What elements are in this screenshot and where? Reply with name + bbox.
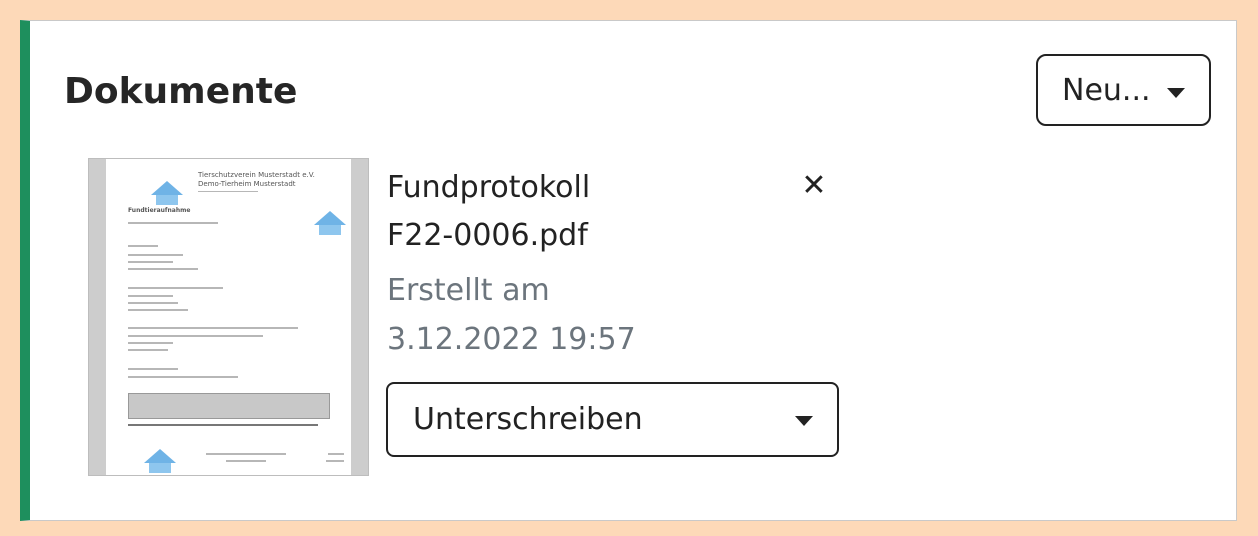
thumbnail-text-line: [128, 424, 318, 426]
thumbnail-text-line: [128, 245, 158, 247]
document-name-link[interactable]: Fundprotokoll F22-0006.pdf: [387, 164, 647, 260]
logo-icon: [151, 181, 183, 205]
created-date: 3.12.2022 19:57: [387, 322, 636, 357]
thumbnail-text-line: [226, 460, 266, 462]
thumbnail-text-line: [128, 349, 168, 351]
thumbnail-text-line: [206, 453, 286, 455]
logo-icon: [144, 449, 176, 473]
thumbnail-heading: Fundtieraufnahme: [128, 207, 191, 214]
thumbnail-org-line2: Demo-Tierheim Musterstadt: [198, 180, 296, 188]
created-label: Erstellt am: [387, 273, 550, 308]
thumbnail-text-line: [128, 327, 298, 329]
thumbnail-text-line: [128, 309, 188, 311]
close-icon[interactable]: ✕: [800, 171, 828, 201]
logo-icon: [314, 211, 346, 235]
thumbnail-text-line: [128, 295, 173, 297]
thumbnail-text-line: [328, 453, 344, 455]
document-action-select[interactable]: Unterschreiben: [386, 382, 839, 457]
thumbnail-text-line: [128, 302, 178, 304]
caret-down-icon: [1167, 88, 1185, 98]
new-button-label: Neu...: [1062, 72, 1151, 108]
document-action-value: Unterschreiben: [413, 402, 643, 437]
thumbnail-page: Tierschutzverein Musterstadt e.V. Demo-T…: [106, 159, 351, 475]
thumbnail-text-line: [128, 368, 178, 370]
document-thumbnail[interactable]: Tierschutzverein Musterstadt e.V. Demo-T…: [88, 158, 369, 476]
thumbnail-text-line: [128, 222, 218, 224]
caret-down-icon: [795, 416, 813, 426]
documents-card: Dokumente Neu... Tierschutzverein Muster…: [20, 20, 1237, 521]
thumbnail-text-line: [128, 261, 173, 263]
thumbnail-text-line: [128, 342, 173, 344]
thumbnail-text-line: [128, 287, 223, 289]
thumbnail-text-line: [326, 460, 344, 462]
section-title: Dokumente: [64, 71, 298, 112]
thumbnail-text-line: [128, 254, 183, 256]
thumbnail-org-line1: Tierschutzverein Musterstadt e.V.: [198, 171, 315, 179]
thumbnail-text-line: [128, 376, 238, 378]
thumbnail-warning-box: [128, 393, 330, 419]
new-document-dropdown-button[interactable]: Neu...: [1036, 54, 1211, 126]
thumbnail-text-line: [128, 335, 263, 337]
thumbnail-text-line: [198, 191, 258, 192]
thumbnail-text-line: [128, 268, 198, 270]
